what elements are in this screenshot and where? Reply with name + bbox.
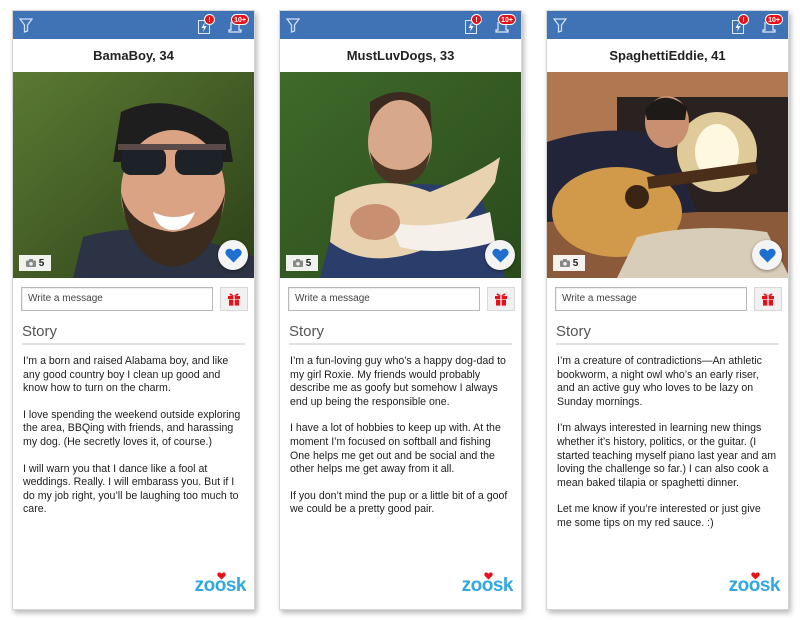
camera-icon [292,259,303,267]
heart-icon [491,248,509,262]
story-paragraph: Let me know if you’re interested or just… [557,503,761,529]
profile-photo-image [13,72,254,278]
notifications-badge: 10+ [498,14,516,25]
logo-heart-icon [484,572,493,580]
photo-count[interactable]: 5 [286,255,318,271]
heart-icon [224,248,242,262]
gift-button[interactable] [754,287,782,311]
zoosk-logo: zoo sk [462,572,514,597]
top-bar: ! 10+ [280,11,521,39]
story-paragraph: I love spending the weekend outside expl… [23,408,241,448]
boost-badge: ! [471,14,482,25]
message-row: Write a message [547,278,788,314]
story-heading: Story [289,323,512,345]
logo-heart-icon [217,572,226,580]
profile-photo[interactable]: 5 [13,72,254,278]
photo-count-value: 5 [572,257,579,269]
story-paragraph: I’m a fun-loving guy who’s a happy dog-d… [290,355,506,408]
message-row: Write a message [280,278,521,314]
message-row: Write a message [13,278,254,314]
notifications-badge: 10+ [231,14,249,25]
profile-photo-image [280,72,521,278]
profile-photo-image [547,72,788,278]
message-input[interactable]: Write a message [555,287,747,311]
gift-icon [762,293,774,306]
story-paragraph: If you don’t mind the pup or a little bi… [290,489,508,516]
logo-heart-icon [751,572,760,580]
filter-icon[interactable] [19,18,33,33]
profile-photo[interactable]: 5 [547,72,788,278]
story-text: I’m a born and raised Alabama boy, and l… [13,345,254,517]
profile-card: ! 10+ MustLuvDogs, 33 5 Write a message [279,10,522,610]
filter-icon[interactable] [286,18,300,33]
notifications-badge: 10+ [765,14,783,25]
camera-icon [25,259,36,267]
story-heading: Story [22,323,245,345]
profile-card: ! 10+ BamaBoy, 34 5 Write a message Stor… [12,10,255,610]
gift-button[interactable] [220,287,248,311]
story-heading: Story [556,323,779,345]
like-button[interactable] [752,240,782,270]
story-paragraph: I have a lot of hobbies to keep up with.… [290,422,501,476]
story-paragraph: I’m always interested in learning new th… [557,422,777,489]
story-paragraph: I’m a creature of contradictions—An athl… [557,355,762,408]
profile-name: SpaghettiEddie, 41 [609,48,726,63]
gift-icon [228,293,240,306]
zoosk-logo: zoo sk [195,572,247,597]
top-bar: ! 10+ [547,11,788,39]
story-paragraph: I’m a born and raised Alabama boy, and l… [23,355,229,395]
camera-icon [559,259,570,267]
profile-name: BamaBoy, 34 [93,48,174,63]
photo-count-value: 5 [38,257,45,269]
profile-name: MustLuvDogs, 33 [346,48,455,63]
boost-badge: ! [204,14,215,25]
message-input[interactable]: Write a message [21,287,213,311]
story-text: I’m a creature of contradictions—An athl… [547,345,788,531]
message-input[interactable]: Write a message [288,287,480,311]
story-paragraph: I will warn you that I dance like a fool… [23,462,239,516]
like-button[interactable] [485,240,515,270]
top-bar: ! 10+ [13,11,254,39]
photo-count[interactable]: 5 [553,255,585,271]
story-text: I’m a fun-loving guy who’s a happy dog-d… [280,345,521,517]
gift-button[interactable] [487,287,515,311]
zoosk-logo: zoo sk [729,572,781,597]
gift-icon [495,293,507,306]
heart-icon [758,248,776,262]
filter-icon[interactable] [553,18,567,33]
profile-card: ! 10+ SpaghettiEddie, 41 5 Write a messa… [546,10,789,610]
boost-badge: ! [738,14,749,25]
like-button[interactable] [218,240,248,270]
profile-photo[interactable]: 5 [280,72,521,278]
photo-count[interactable]: 5 [19,255,51,271]
photo-count-value: 5 [305,257,312,269]
